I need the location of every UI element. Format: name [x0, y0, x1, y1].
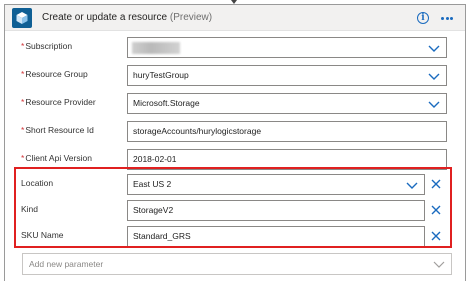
redacted-value — [132, 42, 180, 54]
subscription-dropdown[interactable] — [127, 37, 447, 58]
highlight-annotation-box — [14, 167, 452, 248]
action-title: Create or update a resource (Preview) — [42, 12, 212, 23]
field-row-resource-group: *Resource Group huryTestGroup — [5, 64, 465, 88]
field-label-client-api-version: *Client Api Version — [21, 153, 92, 163]
client-api-version-value: 2018-02-01 — [133, 154, 177, 164]
add-new-parameter-dropdown[interactable]: Add new parameter — [22, 253, 452, 275]
info-icon[interactable]: i — [417, 12, 429, 24]
chevron-down-icon — [428, 99, 440, 109]
chevron-down-icon — [428, 43, 440, 53]
field-label-subscription: *Subscription — [21, 41, 73, 51]
add-new-parameter-placeholder: Add new parameter — [29, 259, 104, 269]
field-label-resource-provider: *Resource Provider — [21, 97, 96, 107]
resource-group-dropdown[interactable]: huryTestGroup — [127, 65, 447, 86]
chevron-down-icon — [428, 71, 440, 81]
field-label-resource-group: *Resource Group — [21, 69, 88, 79]
resource-provider-value: Microsoft.Storage — [133, 98, 200, 108]
short-resource-id-input[interactable]: storageAccounts/hurylogicstorage — [127, 121, 447, 142]
resource-group-value: huryTestGroup — [133, 70, 189, 80]
more-options-icon[interactable] — [438, 11, 456, 25]
short-resource-id-value: storageAccounts/hurylogicstorage — [133, 126, 262, 136]
field-row-subscription: *Subscription — [5, 36, 465, 60]
action-header[interactable]: Create or update a resource (Preview) i — [5, 5, 465, 31]
chevron-down-icon — [433, 259, 445, 269]
resource-provider-dropdown[interactable]: Microsoft.Storage — [127, 93, 447, 114]
action-title-text: Create or update a resource — [42, 12, 168, 23]
azure-resource-cube-icon — [12, 8, 32, 28]
field-row-short-resource-id: *Short Resource Id storageAccounts/huryl… — [5, 120, 465, 144]
field-label-short-resource-id: *Short Resource Id — [21, 125, 94, 135]
field-row-resource-provider: *Resource Provider Microsoft.Storage — [5, 92, 465, 116]
action-title-preview: (Preview) — [169, 12, 213, 23]
